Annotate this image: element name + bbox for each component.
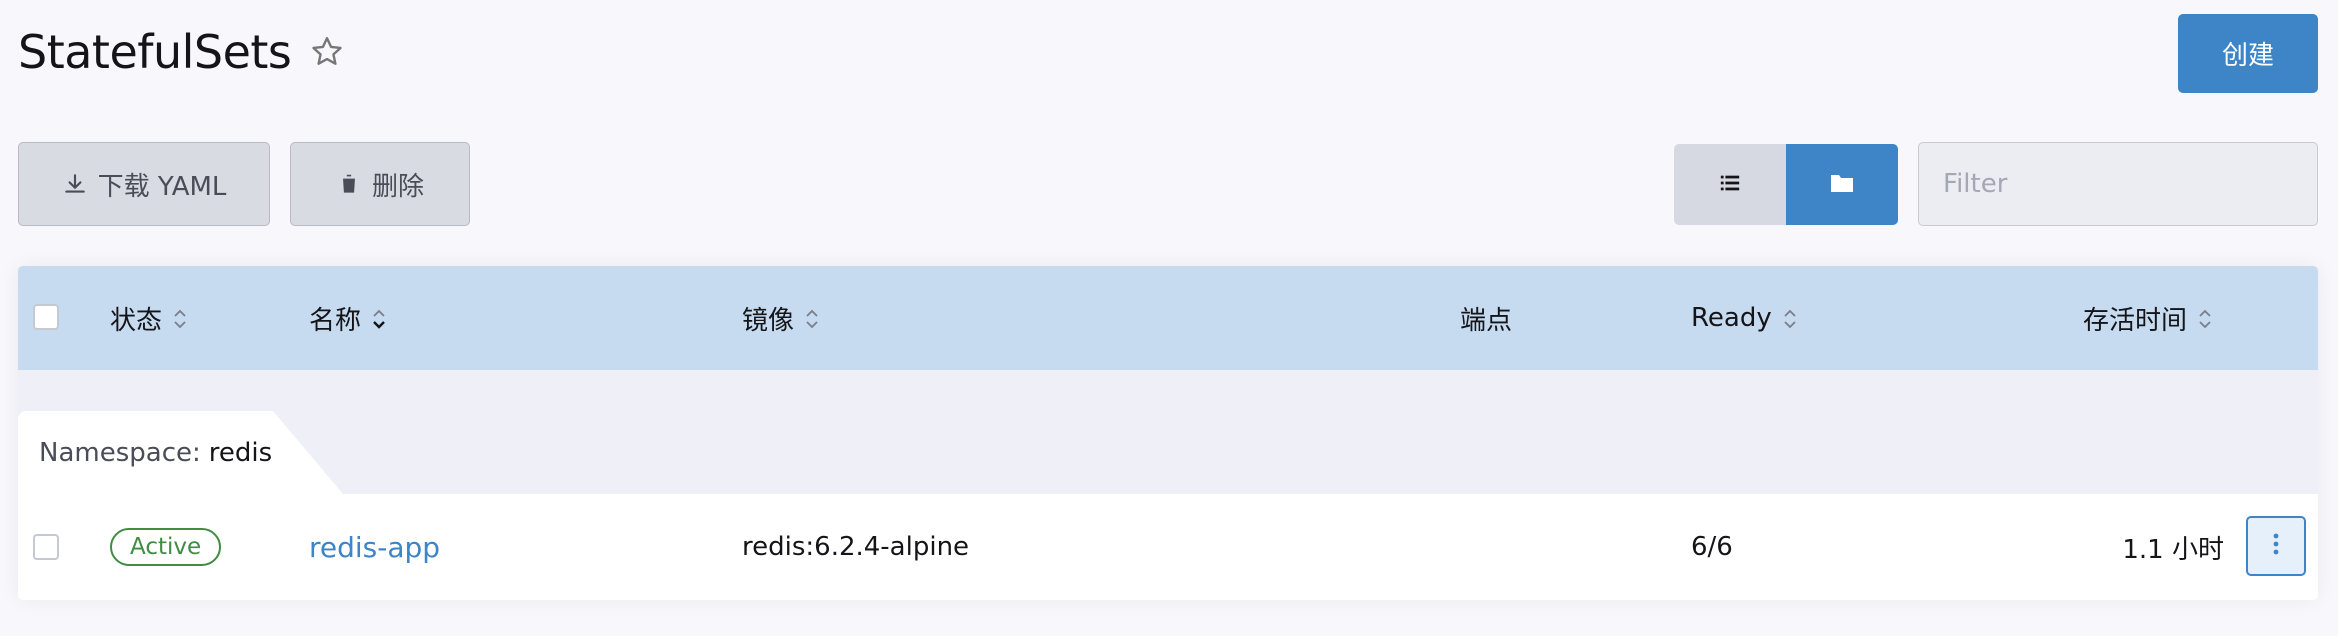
select-all-checkbox[interactable] bbox=[33, 304, 59, 330]
column-header-name[interactable]: 名称 bbox=[309, 266, 387, 370]
delete-label: 删除 bbox=[371, 171, 424, 202]
statefulsets-table: 状态 名称 镜像 端点 Ready 存活时间 Namespace: redis … bbox=[18, 266, 2318, 600]
age-value: 1.1 小时 bbox=[2122, 534, 2224, 565]
column-header-age[interactable]: 存活时间 bbox=[2083, 266, 2213, 370]
table-header: 状态 名称 镜像 端点 Ready 存活时间 bbox=[18, 266, 2318, 370]
column-header-image[interactable]: 镜像 bbox=[742, 266, 820, 370]
sort-descending-icon bbox=[371, 307, 387, 329]
sort-icon bbox=[804, 307, 820, 329]
list-icon bbox=[1719, 172, 1741, 198]
age-cell: 1.1 小时 bbox=[2122, 494, 2224, 600]
row-actions-button[interactable] bbox=[2246, 516, 2306, 576]
sort-icon bbox=[172, 307, 188, 329]
group-by-namespace-toggle[interactable] bbox=[1786, 144, 1898, 225]
delete-button[interactable]: 删除 bbox=[290, 142, 470, 226]
image-cell: redis:6.2.4-alpine bbox=[742, 494, 969, 600]
namespace-group-band bbox=[18, 370, 2318, 494]
state-cell: Active bbox=[110, 494, 222, 600]
resource-name-link[interactable]: redis-app bbox=[309, 531, 440, 564]
view-mode-toggle bbox=[1674, 144, 1898, 225]
ready-cell: 6/6 bbox=[1691, 494, 1733, 600]
column-header-endpoints: 端点 bbox=[1460, 266, 1512, 370]
folder-icon bbox=[1830, 172, 1854, 198]
column-label: 名称 bbox=[309, 305, 362, 336]
namespace-name: redis bbox=[208, 437, 273, 468]
column-label: 存活时间 bbox=[2083, 305, 2188, 336]
namespace-prefix: Namespace: bbox=[39, 437, 201, 468]
download-yaml-button[interactable]: 下载 YAML bbox=[18, 142, 270, 226]
row-checkbox[interactable] bbox=[33, 534, 59, 560]
column-header-ready[interactable]: Ready bbox=[1691, 266, 1798, 370]
column-label: 状态 bbox=[110, 305, 163, 336]
image-value: redis:6.2.4-alpine bbox=[742, 532, 970, 562]
column-label: 端点 bbox=[1460, 305, 1513, 336]
name-cell: redis-app bbox=[309, 494, 440, 600]
filter-input[interactable] bbox=[1918, 142, 2318, 226]
create-button[interactable]: 创建 bbox=[2178, 14, 2318, 93]
column-label: 镜像 bbox=[742, 305, 795, 336]
sort-icon bbox=[2197, 307, 2213, 329]
page-header: StatefulSets bbox=[18, 22, 345, 82]
table-row: Active redis-app redis:6.2.4-alpine 6/6 … bbox=[18, 494, 2318, 600]
column-header-state[interactable]: 状态 bbox=[110, 266, 188, 370]
sort-icon bbox=[1782, 307, 1798, 329]
ready-value: 6/6 bbox=[1691, 532, 1733, 562]
flat-list-toggle[interactable] bbox=[1674, 144, 1786, 225]
column-label: Ready bbox=[1691, 303, 1772, 333]
download-yaml-label: 下载 YAML bbox=[97, 171, 227, 202]
download-icon bbox=[62, 171, 88, 197]
trash-icon bbox=[336, 171, 362, 197]
namespace-group-label: Namespace: redis bbox=[39, 411, 272, 494]
star-icon[interactable] bbox=[309, 34, 345, 70]
kebab-menu-icon bbox=[2272, 532, 2280, 560]
page-title: StatefulSets bbox=[18, 25, 292, 79]
status-badge: Active bbox=[110, 528, 222, 566]
